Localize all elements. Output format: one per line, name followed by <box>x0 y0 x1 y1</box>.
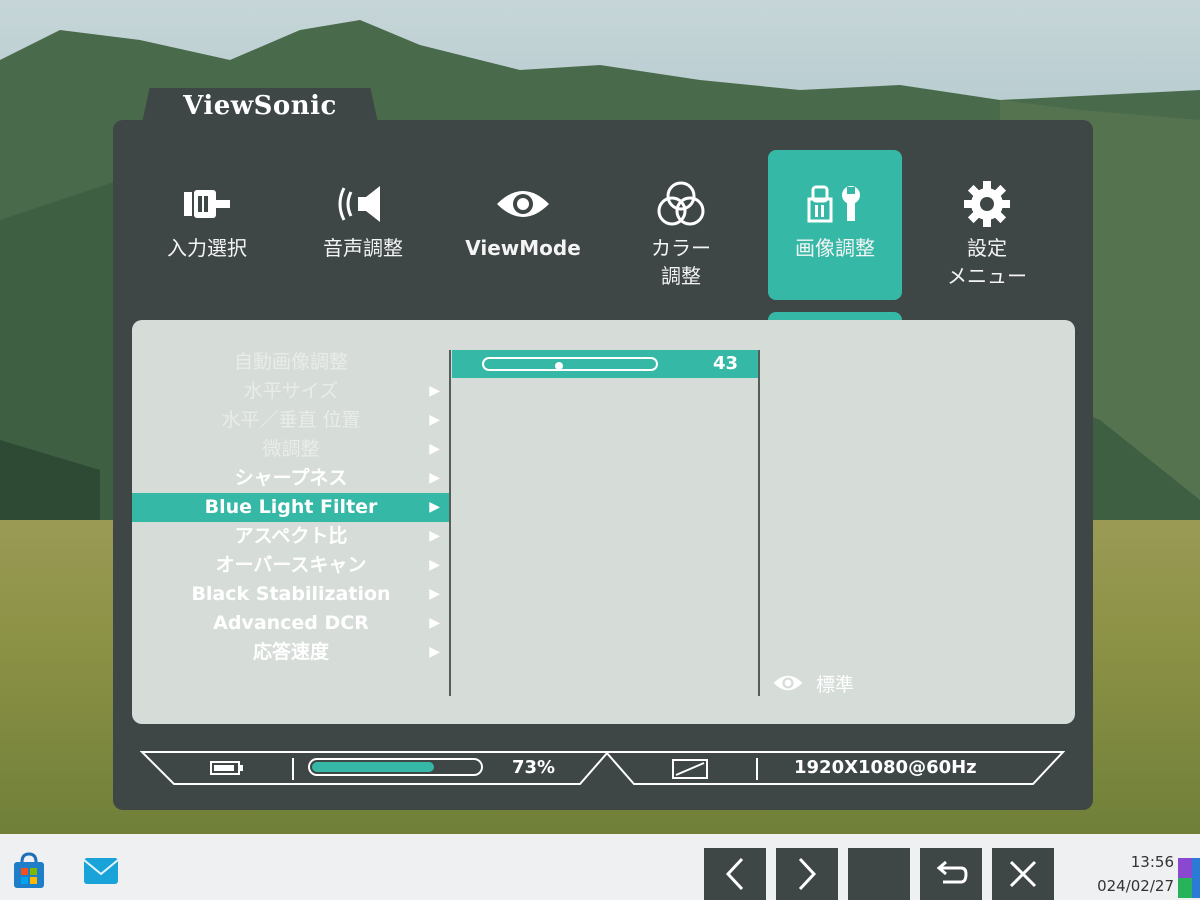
tab-audio-label: 音声調整 <box>323 236 403 260</box>
resolution-value: 1920X1080@60Hz <box>794 757 977 778</box>
status-separator <box>292 758 294 780</box>
submenu-arrow-icon: ▶ <box>429 586 440 602</box>
clock-time: 13:56 <box>1130 853 1174 871</box>
menu-item-label: シャープネス <box>234 467 348 489</box>
submenu-arrow-icon: ▶ <box>429 412 440 428</box>
menu-item-blue-light-filter[interactable]: Blue Light Filter ▶ <box>132 493 450 522</box>
osd-tab-bar: 入力選択 音声調整 ViewMode カラー 調整 画像調整 設定 メニュー <box>140 150 1060 300</box>
tab-input-select[interactable]: 入力選択 <box>140 150 274 300</box>
brand-logo: ViewSonic <box>183 91 337 121</box>
menu-item-label: 応答速度 <box>252 641 329 663</box>
submenu-arrow-icon: ▶ <box>429 470 440 486</box>
brightness-bar-fill <box>312 762 434 772</box>
menu-item-black-stabilization[interactable]: Black Stabilization ▶ <box>132 580 450 609</box>
store-icon[interactable] <box>10 852 48 890</box>
menu-item-label: オーバースキャン <box>215 554 367 576</box>
tab-image-adjust[interactable]: 画像調整 <box>768 150 902 300</box>
nav-blank-button[interactable] <box>848 848 910 900</box>
gear-icon <box>920 180 1054 228</box>
menu-item-label: Advanced DCR <box>213 612 369 634</box>
menu-item-label: Blue Light Filter <box>204 496 378 518</box>
nav-back-button[interactable] <box>704 848 766 900</box>
input-plug-icon <box>140 180 274 228</box>
nav-close-button[interactable] <box>992 848 1054 900</box>
image-adjust-tools-icon <box>768 180 902 228</box>
submenu-arrow-icon: ▶ <box>429 441 440 457</box>
menu-item-label: 微調整 <box>262 438 320 460</box>
submenu-arrow-icon: ▶ <box>429 383 440 399</box>
app-icon-partial[interactable] <box>1176 856 1200 900</box>
chevron-right-icon <box>798 857 817 891</box>
menu-item-fine-tune: 微調整 ▶ <box>132 435 450 464</box>
menu-item-overscan[interactable]: オーバースキャン ▶ <box>132 551 450 580</box>
blue-light-filter-value-row[interactable]: 43 <box>452 350 758 378</box>
tab-setup-menu-label: 設定 メニュー <box>947 236 1027 288</box>
color-circles-icon <box>614 180 748 228</box>
mail-icon[interactable] <box>82 852 120 890</box>
menu-item-label: 水平サイズ <box>243 380 339 402</box>
menu-item-aspect-ratio[interactable]: アスペクト比 ▶ <box>132 522 450 551</box>
menu-item-advanced-dcr[interactable]: Advanced DCR ▶ <box>132 609 450 638</box>
brightness-icon <box>210 761 243 775</box>
menu-item-sharpness[interactable]: シャープネス ▶ <box>132 464 450 493</box>
menu-item-h-size: 水平サイズ ▶ <box>132 377 450 406</box>
nav-forward-button[interactable] <box>776 848 838 900</box>
menu-item-response-time[interactable]: 応答速度 ▶ <box>132 638 450 667</box>
submenu-arrow-icon: ▶ <box>429 528 440 544</box>
column-divider-right <box>758 350 760 696</box>
speaker-icon <box>296 180 430 228</box>
tab-viewmode[interactable]: ViewMode <box>456 150 590 300</box>
resolution-icon <box>672 759 708 779</box>
chevron-left-icon <box>725 857 744 891</box>
image-adjust-menu: 自動画像調整 水平サイズ ▶ 水平／垂直 位置 ▶ 微調整 ▶ シャープネス ▶… <box>132 348 450 667</box>
status-separator <box>756 758 758 780</box>
tab-setup-menu[interactable]: 設定 メニュー <box>920 150 1054 300</box>
osd-content-area: 自動画像調整 水平サイズ ▶ 水平／垂直 位置 ▶ 微調整 ▶ シャープネス ▶… <box>132 320 1075 724</box>
slider-knob[interactable] <box>554 362 563 370</box>
tab-viewmode-label: ViewMode <box>465 236 581 260</box>
return-icon <box>936 860 968 884</box>
submenu-arrow-icon: ▶ <box>429 499 440 515</box>
tab-input-select-label: 入力選択 <box>167 236 247 260</box>
tab-color-adjust-label: カラー 調整 <box>651 236 711 288</box>
slider-value: 43 <box>712 353 738 374</box>
menu-item-auto-image-adjust: 自動画像調整 <box>132 348 450 377</box>
brightness-bar <box>308 758 483 776</box>
tab-color-adjust[interactable]: カラー 調整 <box>614 150 748 300</box>
current-viewmode-label: 標準 <box>816 673 855 696</box>
current-viewmode: 標準 <box>772 668 854 698</box>
taskbar-clock[interactable]: 13:56 024/02/27 <box>1056 850 1174 898</box>
eye-icon <box>773 675 803 691</box>
tab-audio[interactable]: 音声調整 <box>296 150 430 300</box>
close-icon <box>1009 860 1037 888</box>
menu-item-hv-position: 水平／垂直 位置 ▶ <box>132 406 450 435</box>
menu-item-label: Black Stabilization <box>191 583 391 605</box>
column-divider-left <box>449 350 451 696</box>
eye-icon <box>456 180 590 228</box>
nav-return-button[interactable] <box>920 848 982 900</box>
brightness-value: 73% <box>512 757 556 778</box>
submenu-arrow-icon: ▶ <box>429 644 440 660</box>
tab-image-adjust-label: 画像調整 <box>795 236 875 260</box>
clock-date: 024/02/27 <box>1097 877 1174 895</box>
menu-item-label: アスペクト比 <box>234 525 348 547</box>
osd-status-bar: 73% 1920X1080@60Hz <box>140 750 1065 786</box>
menu-item-label: 自動画像調整 <box>233 351 348 373</box>
submenu-arrow-icon: ▶ <box>429 615 440 631</box>
blue-light-slider[interactable] <box>482 357 658 371</box>
submenu-arrow-icon: ▶ <box>429 557 440 573</box>
menu-item-label: 水平／垂直 位置 <box>221 409 361 431</box>
